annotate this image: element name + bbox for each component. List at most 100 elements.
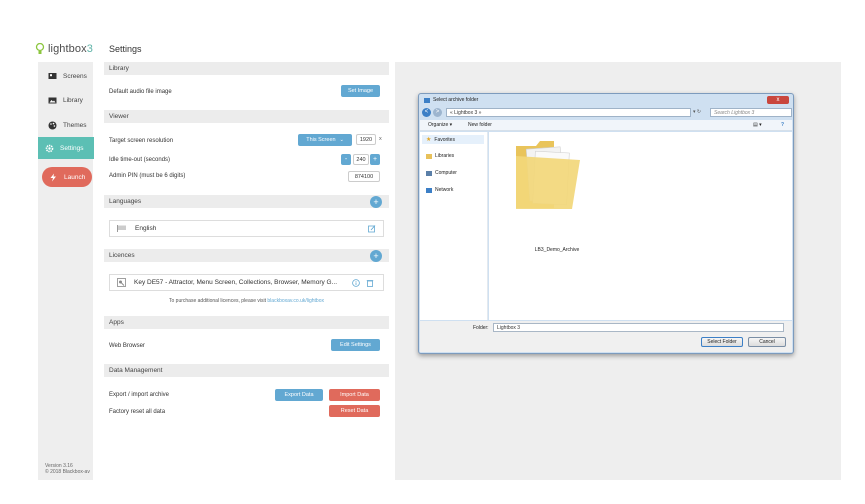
web-browser-label: Web Browser	[109, 343, 145, 349]
nav-favorites[interactable]: ★ Favorites	[422, 135, 484, 144]
forward-button[interactable]: >	[433, 108, 442, 117]
add-language-button[interactable]: +	[370, 196, 382, 208]
edit-icon[interactable]	[368, 225, 376, 233]
resolution-select[interactable]: This Screen ⌄	[298, 134, 352, 146]
address-input[interactable]: « Lightbox 3 »	[446, 108, 691, 117]
select-folder-button[interactable]: Select Folder	[701, 337, 743, 347]
admin-pin-label: Admin PIN (must be 6 digits)	[109, 173, 186, 179]
export-data-button[interactable]: Export Data	[275, 389, 323, 401]
resolution-times: x	[379, 136, 382, 142]
nav-libraries[interactable]: Libraries	[426, 153, 454, 159]
logo-suffix: 3	[86, 43, 93, 55]
nav-computer-label: Computer	[435, 170, 457, 176]
help-icon[interactable]: ?	[781, 122, 784, 128]
folder-item[interactable]: LB3_Demo_Archive	[497, 135, 617, 257]
licence-note-text: To purchase additional licences, please …	[169, 298, 266, 304]
address-bar-row: < > « Lightbox 3 » ▾ ↻ Search Lightbox 3	[422, 108, 792, 118]
idle-timeout-input[interactable]: 240	[353, 154, 369, 165]
nav-network[interactable]: Network	[426, 187, 453, 193]
nav-libraries-label: Libraries	[435, 153, 455, 159]
set-image-button[interactable]: Set Image	[341, 85, 380, 97]
sidebar: lightbox3 Screens Library Themes Setting…	[33, 38, 98, 480]
dialog-nav-pane: ★ Favorites Libraries Computer Network	[420, 132, 488, 320]
section-viewer-heading: Viewer	[104, 110, 389, 123]
resolution-label: Target screen resolution	[109, 138, 174, 144]
nav-favorites-label: Favorites	[434, 136, 455, 143]
nav-computer[interactable]: Computer	[426, 170, 457, 176]
licence-item[interactable]: Key DE57 - Attractor, Menu Screen, Colle…	[109, 274, 384, 291]
section-languages-heading: Languages	[104, 195, 389, 208]
library-folder-icon	[426, 153, 432, 159]
palette-icon	[48, 121, 57, 130]
sidebar-item-label: Settings	[60, 144, 84, 152]
image-icon	[48, 97, 57, 104]
new-folder-button[interactable]: New folder	[468, 122, 492, 128]
key-icon	[117, 278, 126, 287]
sidebar-item-settings[interactable]: Settings	[38, 137, 94, 159]
dialog-close-button[interactable]: x	[767, 96, 789, 104]
launch-button[interactable]: Launch	[42, 167, 92, 187]
dialog-toolbar: Organize ▾ New folder ▤ ▾ ?	[420, 120, 792, 131]
reset-data-button[interactable]: Reset Data	[329, 405, 380, 417]
trash-icon[interactable]	[366, 279, 374, 287]
licence-purchase-link[interactable]: blackboxav.co.uk/lightbox	[267, 298, 324, 304]
logo-text: lightbox	[48, 43, 87, 55]
page-title: Settings	[109, 44, 142, 54]
sidebar-item-label: Themes	[63, 122, 87, 129]
settings-panel: Library Default audio file image Set Ima…	[104, 62, 389, 480]
refresh-button[interactable]: ▾ ↻	[693, 108, 707, 117]
folder-name-input[interactable]: Lightbox 3	[493, 323, 784, 332]
select-folder-dialog: Select archive folder x < > « Lightbox 3…	[418, 93, 794, 354]
export-import-label: Export / import archive	[109, 392, 170, 398]
chevron-down-icon: ⌄	[339, 137, 344, 143]
language-item[interactable]: English	[109, 220, 384, 237]
logo-icon	[35, 43, 45, 54]
dialog-search-input[interactable]: Search Lightbox 3	[710, 108, 792, 117]
nav-network-label: Network	[435, 187, 454, 193]
folder-field-label: Folder:	[473, 325, 489, 331]
section-library-heading: Library	[104, 62, 389, 75]
import-data-button[interactable]: Import Data	[329, 389, 380, 401]
network-icon	[426, 187, 432, 193]
section-apps-heading: Apps	[104, 316, 389, 329]
sidebar-item-library[interactable]: Library	[41, 90, 94, 111]
sidebar-item-screens[interactable]: Screens	[41, 66, 94, 87]
idle-decrement-button[interactable]: -	[341, 154, 351, 165]
info-icon[interactable]	[352, 279, 360, 287]
folder-small-icon	[424, 98, 430, 103]
factory-reset-label: Factory reset all data	[109, 409, 166, 415]
lightning-icon	[50, 173, 56, 181]
dialog-title: Select archive folder	[433, 97, 479, 103]
sidebar-item-label: Screens	[63, 73, 87, 80]
edit-settings-button[interactable]: Edit Settings	[331, 339, 380, 351]
resolution-select-value: This Screen	[306, 137, 336, 143]
sidebar-item-label: Library	[63, 97, 83, 104]
flag-icon	[117, 225, 126, 232]
organize-menu[interactable]: Organize ▾	[428, 122, 452, 128]
section-licences-heading: Licences	[104, 249, 389, 262]
section-data-heading: Data Management	[104, 364, 389, 377]
idle-increment-button[interactable]: +	[370, 154, 380, 165]
view-menu[interactable]: ▤ ▾	[753, 122, 762, 128]
app-logo: lightbox3	[35, 41, 93, 57]
monitor-icon	[48, 73, 57, 79]
folder-name: LB3_Demo_Archive	[534, 247, 580, 253]
add-licence-button[interactable]: +	[370, 250, 382, 262]
gear-icon	[45, 144, 54, 152]
sidebar-item-themes[interactable]: Themes	[41, 115, 94, 136]
dialog-title-bar: Select archive folder	[424, 97, 478, 103]
copyright: © 2018 Blackbox-av	[45, 469, 90, 475]
star-icon: ★	[426, 137, 432, 143]
language-name: English	[135, 225, 157, 232]
admin-pin-input[interactable]: 874100	[348, 171, 380, 182]
audio-image-label: Default audio file image	[109, 89, 172, 95]
computer-icon	[426, 170, 432, 176]
dialog-bottom-bar: Folder: Lightbox 3 Select Folder Cancel	[420, 321, 792, 352]
version-info: Version 3.16 © 2018 Blackbox-av	[45, 463, 90, 475]
dialog-cancel-button[interactable]: Cancel	[748, 337, 786, 347]
launch-label: Launch	[64, 173, 86, 181]
folder-icon	[516, 141, 580, 209]
licence-purchase-note: To purchase additional licences, please …	[104, 298, 389, 304]
back-button[interactable]: <	[422, 108, 431, 117]
resolution-width-input[interactable]: 1920	[356, 134, 376, 145]
